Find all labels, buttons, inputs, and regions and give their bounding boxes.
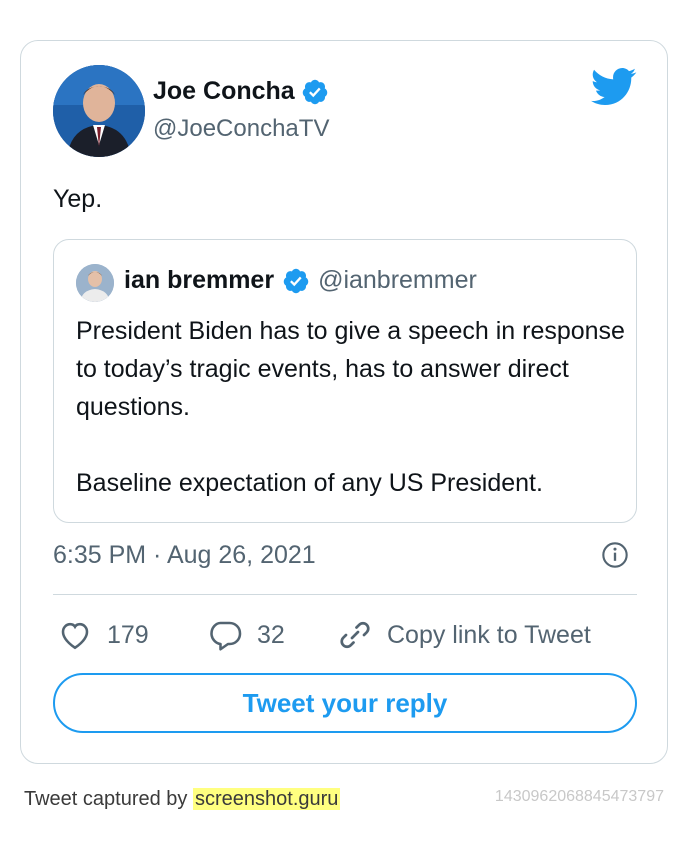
reply-button[interactable]: 32 [207,615,285,655]
divider [53,594,637,595]
info-icon[interactable] [601,541,629,569]
verified-badge-icon [283,268,309,293]
tweet-actions: 179 32 Copy link to Tweet [53,615,637,655]
quoted-tweet[interactable]: ian bremmer @ianbremmer President Biden … [53,239,637,523]
reply-bubble-icon [210,621,242,651]
tweet-timestamp[interactable]: 6:35 PM · Aug 26, 2021 [53,541,316,570]
tweet-text: Yep. [53,185,103,213]
screenshot-guru-link[interactable]: screenshot.guru [193,788,341,810]
captured-by-text: Tweet captured by [24,788,188,810]
copy-link-button[interactable]: Copy link to Tweet [337,615,591,655]
like-button[interactable]: 179 [57,615,149,655]
copy-link-label: Copy link to Tweet [387,620,591,649]
author-name-row[interactable]: Joe Concha [153,77,329,106]
heart-icon [61,622,89,650]
author-avatar[interactable] [53,65,145,157]
quoted-paragraph-1: President Biden has to give a speech in … [76,317,625,421]
tweet-id: 1430962068845473797 [494,788,664,805]
quoted-tweet-text: President Biden has to give a speech in … [76,312,626,502]
reply-count: 32 [257,620,285,649]
quoted-paragraph-2: Baseline expectation of any US President… [76,469,543,497]
quoted-author-avatar[interactable] [76,264,114,302]
link-icon [340,621,370,649]
verified-badge-icon [302,79,327,104]
quoted-author-name[interactable]: ian bremmer [124,266,274,295]
twitter-bird-icon[interactable] [591,67,637,107]
tweet-card: Joe Concha @JoeConchaTV Yep. ian bremmer… [20,40,668,764]
author-handle[interactable]: @JoeConchaTV [153,115,329,143]
quoted-author-handle[interactable]: @ianbremmer [318,266,477,295]
like-count: 179 [107,620,149,649]
quoted-header[interactable]: ian bremmer @ianbremmer [124,266,477,295]
capture-footer: Tweet captured by screenshot.guru [24,788,341,811]
author-name[interactable]: Joe Concha [153,77,295,106]
tweet-your-reply-button[interactable]: Tweet your reply [53,673,637,733]
